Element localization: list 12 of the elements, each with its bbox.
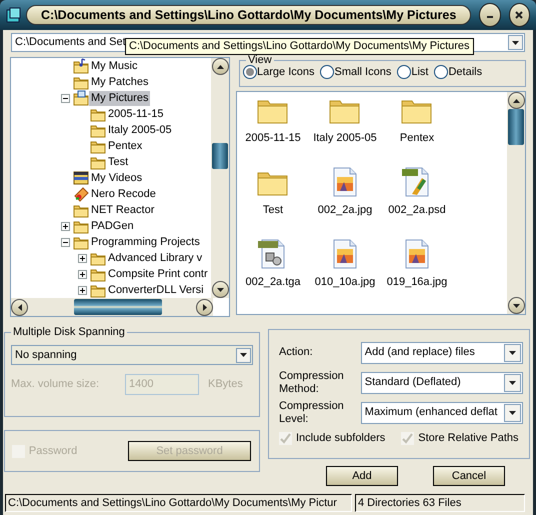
field-label: Compression Level: [279, 400, 345, 426]
status-summary: 4 Directories 63 Files [355, 494, 525, 512]
volume-size-label: Max. volume size: [11, 377, 100, 392]
field-label: Action: [279, 346, 314, 359]
status-path: C:\Documents and Settings\Lino Gottardo\My Documents\My Pictur [5, 494, 352, 512]
field-label: Compression Method: [279, 370, 345, 396]
group-title: Multiple Disk Spanning [12, 325, 126, 339]
unit-label: KBytes [208, 377, 243, 392]
group-title: View [247, 53, 273, 67]
path-tooltip: C:\Documents and Settings\Lino Gottardo\My Documents\My Pictures [125, 38, 474, 55]
window-title: C:\Documents and Settings\Lino Gottardo\My Documents\My Pictures [26, 5, 472, 25]
password-label: Password [28, 444, 78, 459]
